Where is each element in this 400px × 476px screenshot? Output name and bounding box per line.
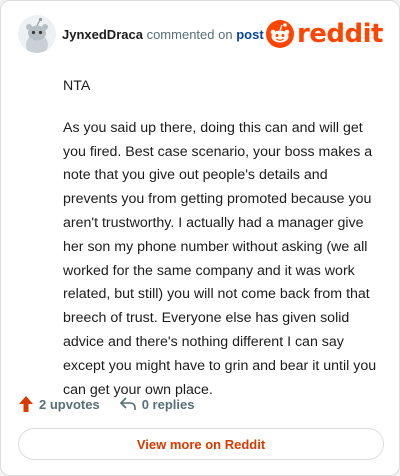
reddit-logo[interactable]: reddit: [265, 19, 384, 49]
comment-actions: 2 upvotes 0 replies: [19, 394, 194, 414]
comment-card: JynxedDraca commented on post reddit NTA…: [0, 0, 400, 476]
user-avatar[interactable]: [18, 15, 56, 53]
reply-count: 0 replies: [141, 396, 195, 412]
reddit-logo-icon: [265, 20, 294, 48]
upvote-count: 2 upvotes: [39, 396, 100, 412]
view-more-button[interactable]: View more on Reddit: [18, 428, 384, 460]
comment-byline: JynxedDraca commented on post: [62, 27, 264, 43]
action-text: commented on: [146, 27, 233, 42]
comment-paragraph: NTA: [63, 78, 91, 94]
post-link[interactable]: post: [236, 27, 263, 42]
upvote-button[interactable]: 2 upvotes: [19, 396, 100, 412]
upvote-arrow-icon: [19, 396, 33, 412]
reddit-wordmark: reddit: [296, 19, 384, 49]
reply-button[interactable]: 0 replies: [119, 396, 195, 412]
comment-paragraph: As you said up there, doing this can and…: [63, 119, 377, 398]
username-link[interactable]: JynxedDraca: [62, 27, 143, 42]
reply-arrow-icon: [119, 397, 136, 411]
comment-header: JynxedDraca commented on post reddit: [18, 15, 384, 55]
snoo-avatar-icon: [18, 15, 56, 53]
comment-body: NTA As you said up there, doing this can…: [63, 75, 381, 420]
